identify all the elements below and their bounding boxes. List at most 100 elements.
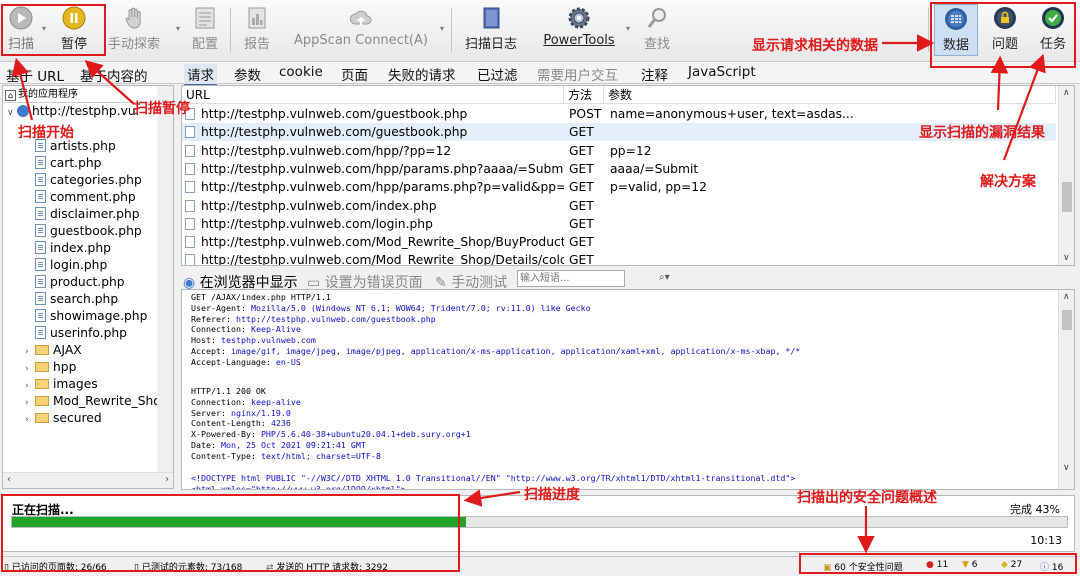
view-tab-bar: 基于 URL 基于内容的 请求 参数 cookie 页面 失败的请求 已过滤 需…	[0, 62, 1080, 86]
tree-file-item[interactable]: guestbook.php	[35, 223, 142, 240]
folder-icon	[35, 413, 49, 423]
page-icon	[185, 162, 195, 175]
detail-scrollbar[interactable]: ∧ ∨	[1058, 290, 1074, 489]
tree-file-item[interactable]: product.php	[35, 274, 125, 291]
report-button[interactable]: 报告	[241, 4, 273, 58]
file-icon	[35, 156, 46, 169]
summary-highlight	[799, 553, 1077, 574]
http-line: GET /AJAX/index.php HTTP/1.1	[191, 292, 331, 302]
http-line: Host: testphp.vulnweb.com	[191, 335, 316, 346]
scroll-right-icon[interactable]: ›	[165, 474, 169, 485]
chevron-right-icon[interactable]: ›	[25, 412, 35, 429]
tab-cookie[interactable]: cookie	[279, 64, 323, 80]
table-row[interactable]: http://testphp.vulnweb.com/guestbook.php…	[182, 105, 1056, 123]
http-line: Accept-Language: en-US	[191, 356, 301, 367]
column-header-method[interactable]: 方法	[564, 86, 604, 104]
table-row[interactable]: http://testphp.vulnweb.com/hpp/params.ph…	[182, 178, 1056, 196]
tree-file-item[interactable]: comment.php	[35, 189, 136, 206]
search-options-icon[interactable]: ⌕▾	[659, 272, 670, 283]
tab-content-based[interactable]: 基于内容的	[80, 65, 148, 85]
file-icon	[35, 224, 46, 237]
annotation-vuln-results: 显示扫描的漏洞结果	[919, 125, 1045, 141]
tab-params[interactable]: 参数	[234, 64, 261, 84]
http-line: Date: Mon, 25 Oct 2021 09:21:41 GMT	[191, 440, 366, 450]
tree-file-item[interactable]: index.php	[35, 240, 111, 257]
scan-log-button[interactable]: 扫描日志	[460, 4, 522, 58]
tree-file-item[interactable]: disclaimer.php	[35, 206, 140, 223]
page-icon	[185, 254, 195, 265]
grid-scrollbar[interactable]: ∧ ∨	[1058, 86, 1074, 265]
detail-search-input[interactable]	[517, 270, 625, 287]
power-tools-button[interactable]: PowerTools	[536, 4, 622, 58]
home-icon: ⌂	[5, 90, 16, 101]
tree-file-item[interactable]: search.php	[35, 291, 118, 308]
tab-filtered[interactable]: 已过滤	[477, 64, 518, 84]
cloud-upload-icon	[349, 10, 372, 26]
site-tree: ⌂ 我的应用程序 ∨ http://testphp.vul artists.php c…	[2, 85, 174, 489]
tree-file-item[interactable]: userinfo.php	[35, 325, 127, 342]
find-button[interactable]: 查找	[641, 4, 673, 58]
scroll-up-icon[interactable]: ∧	[1063, 88, 1070, 98]
gear-icon	[568, 7, 590, 29]
http-line: User-Agent: Mozilla/5.0 (Windows NT 6.1;…	[191, 302, 591, 313]
main-toolbar: 扫描 ▾ 暂停 手动探索 ▾ 配置 报告 AppScan Connect(A) …	[0, 0, 1080, 62]
tree-hscrollbar[interactable]: ‹ ›	[3, 472, 173, 488]
folder-icon	[35, 345, 49, 355]
grid-scroll-thumb[interactable]	[1062, 182, 1072, 212]
tab-url-based[interactable]: 基于 URL	[6, 65, 64, 85]
tab-pages[interactable]: 页面	[341, 64, 368, 84]
tree-folder-item[interactable]: › hpp	[25, 359, 76, 376]
hand-icon	[125, 7, 141, 29]
table-row[interactable]: http://testphp.vulnweb.com/index.php GET	[182, 197, 1056, 215]
tree-scrollbar[interactable]	[157, 86, 173, 474]
appscan-connect-button[interactable]: AppScan Connect(A)	[287, 4, 435, 58]
tab-request[interactable]: 请求	[184, 64, 217, 86]
annotation-scan-pause: 扫描暂停	[134, 101, 190, 117]
globe-icon	[17, 105, 29, 117]
tree-folder-item[interactable]: › images	[25, 376, 98, 393]
tab-javascript[interactable]: JavaScript	[688, 64, 756, 80]
tab-user-interaction[interactable]: 需要用户交互	[537, 64, 618, 84]
url-grid: URL 方法 参数 http://testphp.vulnweb.com/gue…	[181, 85, 1075, 266]
config-list-icon	[195, 7, 215, 29]
tree-file-item[interactable]: login.php	[35, 257, 107, 274]
scroll-down-icon[interactable]: ∨	[1063, 253, 1070, 263]
table-row[interactable]: http://testphp.vulnweb.com/Mod_Rewrite_S…	[182, 233, 1056, 251]
log-book-icon	[483, 7, 500, 29]
http-line: Accept: image/gif, image/jpeg, image/pjp…	[191, 346, 801, 356]
tree-host[interactable]: ∨ http://testphp.vul	[7, 103, 139, 120]
column-header-url[interactable]: URL	[182, 86, 564, 104]
folder-icon	[35, 362, 49, 372]
tab-failed-requests[interactable]: 失败的请求	[388, 64, 456, 84]
scroll-down-icon[interactable]: ∨	[1063, 463, 1070, 473]
file-icon	[35, 258, 46, 271]
tree-file-item[interactable]: cart.php	[35, 155, 102, 172]
file-icon	[35, 292, 46, 305]
table-row[interactable]: http://testphp.vulnweb.com/hpp/?pp=12 GET…	[182, 142, 1056, 160]
tools-dropdown-icon[interactable]: ▾	[626, 24, 630, 33]
report-icon	[248, 7, 266, 29]
table-row[interactable]: http://testphp.vulnweb.com/Mod_Rewrite_S…	[182, 251, 1056, 265]
tab-comments[interactable]: 注释	[641, 64, 668, 84]
manual-explore-button[interactable]: 手动探索	[104, 4, 164, 58]
explore-dropdown-icon[interactable]: ▾	[176, 24, 180, 33]
detail-scroll-thumb[interactable]	[1062, 310, 1072, 330]
table-row[interactable]: http://testphp.vulnweb.com/login.php GET	[182, 215, 1056, 233]
progress-highlight	[1, 494, 460, 572]
annotation-summary: 扫描出的安全问题概述	[797, 490, 937, 506]
http-line: HTTP/1.1 200 OK	[191, 386, 266, 396]
search-icon	[647, 8, 666, 28]
file-icon	[35, 190, 46, 203]
chevron-down-icon[interactable]: ∨	[7, 105, 17, 122]
tree-folder-item[interactable]: › Mod_Rewrite_Shop	[25, 393, 169, 410]
tree-file-item[interactable]: showimage.php	[35, 308, 147, 325]
scroll-up-icon[interactable]: ∧	[1063, 292, 1070, 302]
column-header-params[interactable]: 参数	[604, 86, 1056, 104]
scroll-left-icon[interactable]: ‹	[7, 474, 11, 485]
table-row[interactable]: http://testphp.vulnweb.com/hpp/params.ph…	[182, 160, 1056, 178]
connect-dropdown-icon[interactable]: ▾	[440, 24, 444, 33]
config-button[interactable]: 配置	[189, 4, 221, 58]
tree-file-item[interactable]: categories.php	[35, 172, 142, 189]
tree-folder-item[interactable]: › secured	[25, 410, 102, 427]
tree-folder-item[interactable]: › AJAX	[25, 342, 82, 359]
